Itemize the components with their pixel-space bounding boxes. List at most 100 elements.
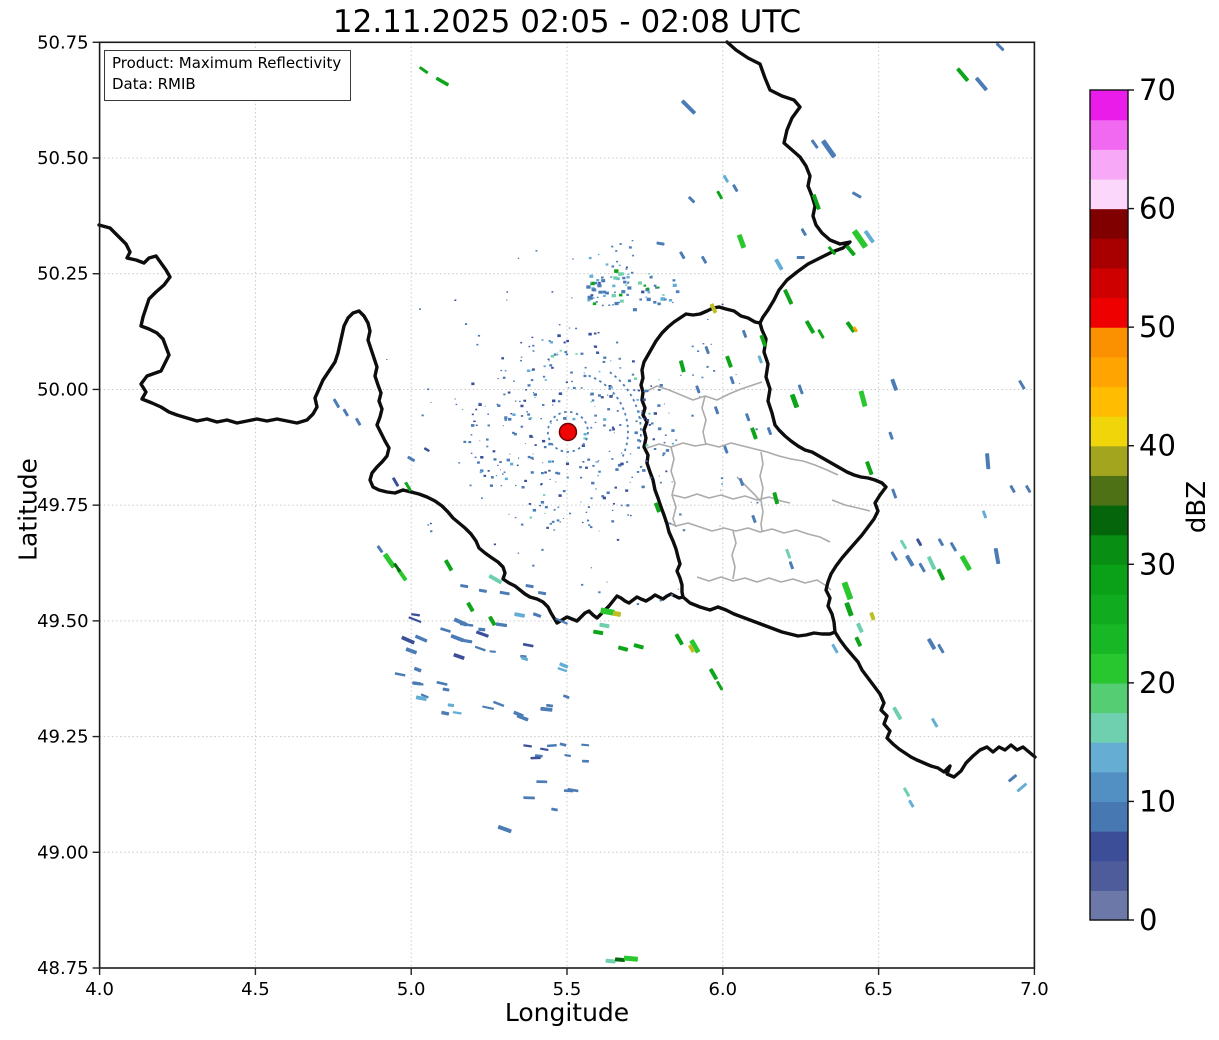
echo-streak: [863, 230, 875, 244]
echo-streak: [674, 633, 684, 646]
echo-streak: [774, 258, 784, 271]
regional-border-path: [646, 442, 839, 476]
speckle-dot: [480, 456, 484, 459]
speckle-streak: [564, 753, 572, 758]
speckle-dot: [702, 343, 705, 345]
product-line: Product: Maximum Reflectivity: [112, 54, 342, 72]
speckle-streak: [514, 612, 526, 618]
speckle-dot: [649, 276, 653, 279]
speckle-dot: [544, 471, 547, 474]
speckle-dot: [471, 424, 475, 427]
echo-streak: [1025, 485, 1032, 493]
speckle-dot: [653, 448, 657, 450]
speckle-dot: [605, 263, 609, 266]
speckle-dot: [613, 276, 618, 280]
speckle-dot: [586, 285, 591, 289]
speckle-dot: [620, 462, 624, 466]
data-source-line: Data: RMIB: [112, 75, 196, 94]
speckle-dot: [611, 509, 614, 511]
speckle-dot: [663, 403, 665, 405]
speckle-dot: [532, 392, 535, 393]
speckle-dot: [721, 303, 724, 306]
speckle-dot: [606, 394, 609, 396]
speckle-dot: [490, 476, 494, 479]
speckle-dot: [471, 382, 475, 386]
speckle-dot: [671, 442, 674, 445]
speckle-dot: [610, 360, 612, 362]
speckle-streak: [563, 694, 570, 699]
speckle-dot: [566, 476, 569, 479]
speckle-streak: [540, 706, 553, 712]
speckle-dot: [672, 301, 674, 304]
colorbar-segment: [1090, 386, 1128, 417]
speckle-dot: [675, 290, 680, 294]
speckle-dot: [474, 420, 476, 422]
speckle-dot: [610, 276, 613, 278]
echo-streak: [725, 355, 733, 368]
speckle-dot: [625, 268, 628, 270]
speckle-dot: [588, 256, 592, 260]
echo-streak: [993, 548, 1001, 565]
speckle-dot: [583, 374, 587, 378]
echo-streak: [751, 514, 757, 524]
speckle-dot: [642, 398, 646, 401]
colorbar-segment: [1090, 653, 1128, 684]
speckle-dot: [634, 377, 638, 380]
speckle-dot: [652, 438, 655, 441]
speckle-dot: [563, 341, 566, 344]
echo-streak: [488, 574, 503, 585]
speckle-dot: [620, 299, 624, 303]
speckle-dot: [632, 308, 637, 312]
speckle-dot: [636, 398, 639, 401]
echo-streak: [342, 408, 349, 417]
echo-streak: [736, 234, 747, 249]
speckle-dot: [492, 450, 496, 453]
echo-streak: [435, 76, 450, 87]
echo-streak: [593, 629, 604, 636]
colorbar-segment: [1090, 149, 1128, 180]
speckle-dot: [618, 357, 621, 360]
speckle-dot: [528, 345, 531, 348]
speckle-dot: [595, 461, 598, 463]
speckle-dot: [597, 394, 601, 397]
speckle-streak: [408, 616, 422, 623]
speckle-dot: [565, 353, 569, 356]
echo-streak: [466, 601, 475, 613]
echo-streak: [985, 453, 991, 470]
echo-streak: [709, 668, 718, 681]
speckle-streak: [440, 627, 451, 633]
speckle-dot: [553, 509, 556, 511]
speckle-dot: [493, 543, 496, 546]
colorbar-segment: [1090, 682, 1128, 714]
speckle-dot: [614, 301, 619, 306]
speckle-dot: [523, 399, 527, 402]
speckle-dot: [559, 521, 561, 523]
speckle-dot: [627, 379, 632, 383]
speckle-dot: [639, 298, 642, 301]
speckle-dot: [670, 594, 674, 596]
speckle-dot: [627, 514, 629, 516]
x-tick-label: 6.5: [864, 979, 893, 1000]
speckle-dot: [619, 367, 622, 369]
speckle-streak: [436, 681, 448, 686]
speckle-dot: [611, 458, 614, 460]
speckle-dot: [566, 339, 569, 343]
speckle-dot: [658, 475, 660, 477]
speckle-dot: [658, 388, 661, 391]
echo-streak: [605, 958, 616, 964]
echo-streak: [899, 539, 908, 550]
speckle-dot: [544, 506, 548, 509]
speckle-dot: [583, 433, 587, 436]
speckle-dot: [626, 293, 629, 296]
echo-streak: [681, 99, 696, 115]
speckle-dot: [540, 484, 542, 486]
speckle-dot: [582, 521, 584, 524]
speckle-dot: [559, 349, 562, 352]
echo-streak: [392, 477, 400, 487]
speckle-dot: [501, 357, 504, 360]
speckle-dot: [597, 283, 602, 288]
echo-streak: [854, 636, 862, 647]
speckle-dot: [532, 508, 537, 512]
regional-border-path: [759, 451, 764, 532]
colorbar-segment: [1090, 327, 1128, 358]
